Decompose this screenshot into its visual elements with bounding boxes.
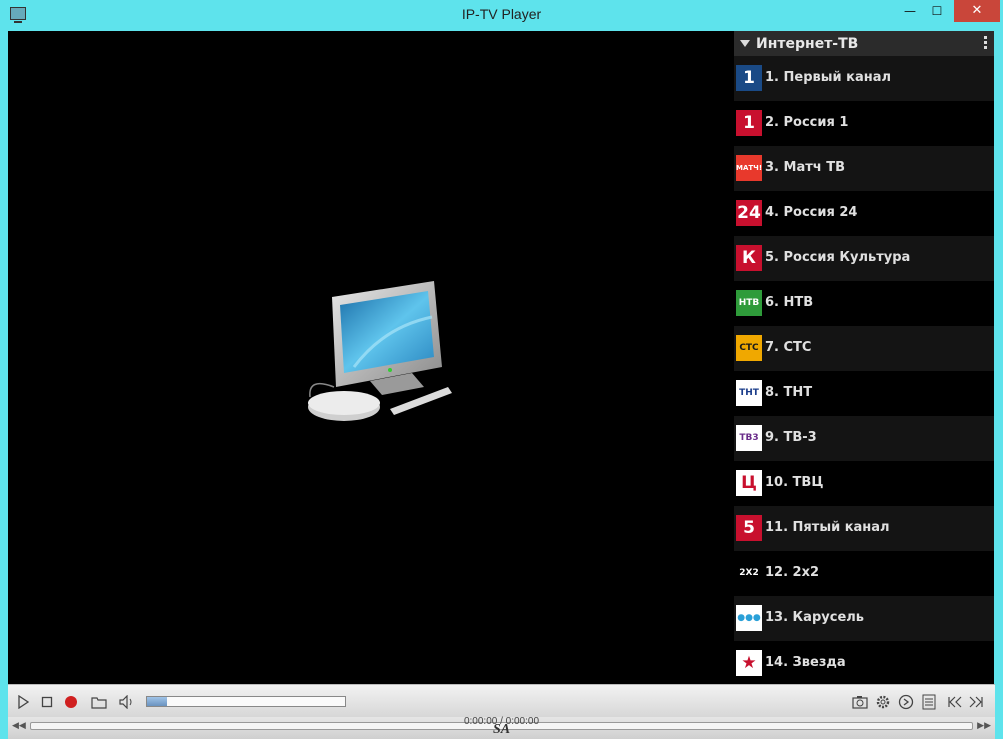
channel-label: 10. ТВЦ (765, 475, 824, 490)
channel-label: 5. Россия Культура (765, 250, 911, 265)
channel-label: 3. Матч ТВ (765, 160, 845, 175)
channel-label: 1. Первый канал (765, 70, 892, 85)
channel-item[interactable]: НТВ 6. НТВ (734, 281, 994, 326)
prev-icon[interactable] (946, 693, 964, 711)
channel-item[interactable]: ТНТ 8. ТНТ (734, 371, 994, 416)
close-button[interactable]: ✕ (954, 0, 1000, 22)
watermark-label: SA (492, 722, 511, 737)
channel-label: 14. Звезда (765, 655, 846, 670)
maximize-button[interactable]: ☐ (920, 0, 954, 22)
channel-logo-icon: ●●● (736, 605, 762, 631)
channel-logo-icon: 24 (736, 200, 762, 226)
channel-label: 11. Пятый канал (765, 520, 890, 535)
channel-logo-icon: ТНТ (736, 380, 762, 406)
tv-placeholder-icon (308, 281, 452, 421)
channel-item[interactable]: ★ 14. Звезда (734, 641, 994, 684)
channel-label: 7. СТС (765, 340, 812, 355)
volume-fill (147, 697, 167, 706)
channel-item[interactable]: 1 1. Первый канал (734, 56, 994, 101)
volume-slider[interactable] (146, 696, 346, 707)
channel-item[interactable]: ●●● 13. Карусель (734, 596, 994, 641)
channel-list: 1 1. Первый канал 1 2. Россия 1 МАТЧ! 3. Матч… (734, 56, 994, 684)
seek-row: ◀◀ ▶▶ 0:00:00 / 0:00:00 SA (8, 716, 995, 739)
channel-logo-icon: СТС (736, 335, 762, 361)
channel-logo-icon: НТВ (736, 290, 762, 316)
video-area[interactable] (8, 31, 734, 684)
control-bar (8, 684, 995, 718)
speaker-icon[interactable] (118, 693, 136, 711)
stop-icon[interactable] (38, 693, 56, 711)
gear-icon[interactable] (874, 693, 892, 711)
channel-item[interactable]: 1 2. Россия 1 (734, 101, 994, 146)
channel-label: 9. ТВ-3 (765, 430, 817, 445)
channel-logo-icon: ★ (736, 650, 762, 676)
channel-logo-icon: МАТЧ! (736, 155, 762, 181)
panel-header[interactable]: Интернет-ТВ (734, 31, 994, 57)
channel-label: 4. Россия 24 (765, 205, 858, 220)
clock-icon[interactable] (897, 693, 915, 711)
list-icon[interactable] (920, 693, 938, 711)
record-icon[interactable] (62, 693, 80, 711)
channel-label: 13. Карусель (765, 610, 864, 625)
collapse-arrow-icon[interactable] (740, 40, 750, 47)
channel-logo-icon: 2X2 (736, 560, 762, 586)
channel-item[interactable]: К 5. Россия Культура (734, 236, 994, 281)
channel-label: 2. Россия 1 (765, 115, 849, 130)
channel-item[interactable]: СТС 7. СТС (734, 326, 994, 371)
next-icon[interactable] (967, 693, 985, 711)
channel-logo-icon: 1 (736, 65, 762, 91)
folder-icon[interactable] (90, 693, 108, 711)
channel-label: 8. ТНТ (765, 385, 813, 400)
channel-label: 12. 2x2 (765, 565, 820, 580)
play-icon[interactable] (14, 693, 32, 711)
camera-icon[interactable] (851, 693, 869, 711)
channel-logo-icon: Ц (736, 470, 762, 496)
channel-logo-icon: К (736, 245, 762, 271)
channel-item[interactable]: ТВ3 9. ТВ-3 (734, 416, 994, 461)
channel-item[interactable]: 2X2 12. 2x2 (734, 551, 994, 596)
channel-logo-icon: 1 (736, 110, 762, 136)
channel-panel: Интернет-ТВ 1 1. Первый канал 1 2. Россия 1… (734, 31, 994, 684)
channel-label: 6. НТВ (765, 295, 814, 310)
channel-item[interactable]: 24 4. Россия 24 (734, 191, 994, 236)
channel-item[interactable]: Ц 10. ТВЦ (734, 461, 994, 506)
title-bar: IP-TV Player — ☐ ✕ (0, 0, 1003, 30)
channel-item[interactable]: МАТЧ! 3. Матч ТВ (734, 146, 994, 191)
panel-menu-icon[interactable] (984, 36, 988, 51)
channel-logo-icon: ТВ3 (736, 425, 762, 451)
panel-title: Интернет-ТВ (756, 36, 859, 52)
window-title: IP-TV Player (461, 6, 542, 22)
channel-item[interactable]: 5 11. Пятый канал (734, 506, 994, 551)
channel-logo-icon: 5 (736, 515, 762, 541)
